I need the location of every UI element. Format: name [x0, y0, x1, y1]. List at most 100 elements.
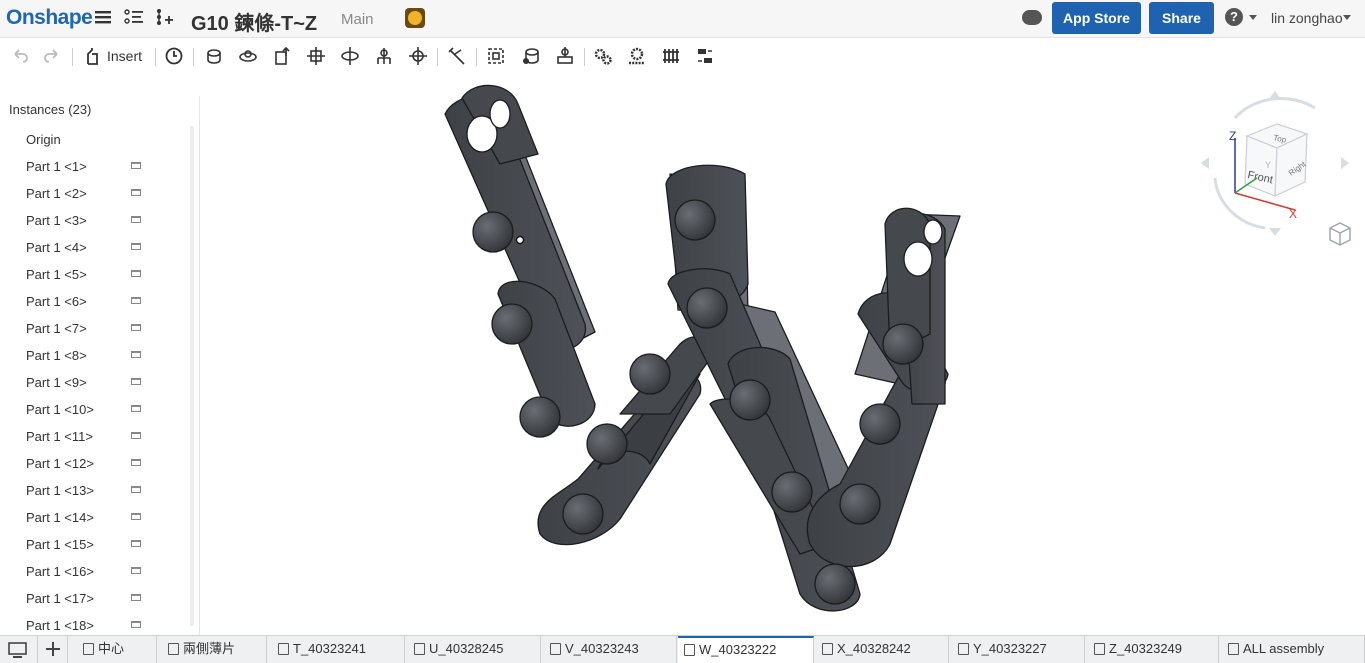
instance-item[interactable]: Part 1 <12> [26, 456, 94, 471]
help-caret-icon[interactable] [1249, 15, 1257, 20]
view-cube[interactable]: Top Front Right Z X Y [1195, 88, 1355, 238]
help-icon[interactable]: ? [1225, 8, 1243, 26]
tab-document-icon [1228, 643, 1239, 655]
menu-icon[interactable] [94, 8, 112, 31]
tab-6[interactable]: W_40323222 [678, 636, 814, 663]
mate-indicator-icon[interactable] [131, 459, 141, 466]
instance-item[interactable]: Part 1 <3> [26, 213, 87, 228]
mate-indicator-icon[interactable] [131, 324, 141, 331]
screw-relation-icon[interactable] [660, 45, 682, 67]
instance-item[interactable]: Part 1 <14> [26, 510, 94, 525]
instance-item[interactable]: Part 1 <11> [26, 429, 93, 444]
app-store-button[interactable]: App Store [1052, 2, 1141, 34]
instance-item[interactable]: Part 1 <5> [26, 267, 87, 282]
instance-item[interactable]: Part 1 <4> [26, 240, 87, 255]
redo-icon[interactable] [41, 45, 63, 67]
mate-indicator-icon[interactable] [131, 540, 141, 547]
panel-scrollbar[interactable] [190, 126, 194, 626]
instance-item[interactable]: Part 1 <9> [26, 375, 87, 390]
linear-relation-icon[interactable] [694, 45, 716, 67]
slider-mate-icon[interactable] [271, 45, 293, 67]
tab-label: Z_40323249 [1109, 641, 1183, 656]
tab-3[interactable]: T_40323241 [272, 636, 405, 663]
mate-indicator-icon[interactable] [131, 351, 141, 358]
public-globe-icon[interactable] [405, 8, 425, 28]
insert-icon[interactable] [81, 45, 103, 67]
instances-heading: Instances (23) [9, 102, 92, 117]
tab-4[interactable]: U_40328245 [408, 636, 541, 663]
versions-icon[interactable] [155, 8, 175, 31]
mate-indicator-icon[interactable] [131, 243, 141, 250]
instance-item[interactable]: Part 1 <16> [26, 564, 94, 579]
user-menu[interactable]: lin zonghao [1271, 10, 1343, 26]
mate-indicator-icon[interactable] [131, 621, 141, 628]
mate-connector-icon[interactable] [554, 45, 576, 67]
tab-bar: 中心 兩側薄片 T_40323241 U_40328245 V_40323243 W_40… [0, 635, 1365, 663]
add-tab-icon[interactable] [38, 636, 68, 663]
tab-document-icon [1094, 643, 1105, 655]
fastened-mate-icon[interactable] [203, 45, 225, 67]
graphics-area[interactable] [200, 74, 1365, 636]
gear-relation-icon[interactable] [592, 45, 614, 67]
group-icon[interactable] [485, 45, 507, 67]
onshape-logo[interactable]: Onshape [6, 6, 93, 30]
rack-pinion-icon[interactable] [626, 45, 648, 67]
instance-item[interactable]: Part 1 <18> [26, 618, 94, 633]
history-icon[interactable] [163, 45, 185, 67]
mate-indicator-icon[interactable] [131, 216, 141, 223]
mate-indicator-icon[interactable] [131, 567, 141, 574]
document-title[interactable]: G10 鍊條-T~Z [191, 7, 317, 36]
mate-indicator-icon[interactable] [131, 378, 141, 385]
mate-indicator-icon[interactable] [131, 594, 141, 601]
instance-item[interactable]: Part 1 <15> [26, 537, 94, 552]
cylindrical-mate-icon[interactable] [339, 45, 361, 67]
tab-label: 兩側薄片 [183, 641, 236, 656]
tab-10[interactable]: ALL assembly [1222, 636, 1365, 663]
pin-slot-mate-icon[interactable] [373, 45, 395, 67]
branch-label[interactable]: Main [341, 11, 374, 28]
mate-indicator-icon[interactable] [131, 162, 141, 169]
view-options-cube-icon[interactable] [1327, 220, 1353, 248]
mate-indicator-icon[interactable] [131, 513, 141, 520]
tab-9[interactable]: Z_40323249 [1088, 636, 1219, 663]
mate-indicator-icon[interactable] [131, 432, 141, 439]
tab-document-icon [414, 643, 425, 655]
tab-5[interactable]: V_40323243 [544, 636, 677, 663]
instance-item[interactable]: Part 1 <17> [26, 591, 94, 606]
top-bar: Onshape G10 鍊條-T~Z Main App Store Share … [0, 0, 1365, 38]
mate-indicator-icon[interactable] [131, 405, 141, 412]
instance-item[interactable]: Part 1 <13> [26, 483, 94, 498]
tab-8[interactable]: Y_40323227 [952, 636, 1085, 663]
tab-2[interactable]: 兩側薄片 [162, 636, 267, 663]
instance-item[interactable]: Part 1 <2> [26, 186, 87, 201]
tab-label: X_40328242 [837, 641, 911, 656]
insert-button[interactable]: Insert [107, 48, 142, 64]
z-axis-label: Z [1229, 129, 1236, 143]
instance-item[interactable]: Part 1 <10> [26, 402, 94, 417]
mate-indicator-icon[interactable] [131, 486, 141, 493]
tab-manager-icon[interactable] [0, 636, 38, 663]
instance-item[interactable]: Part 1 <6> [26, 294, 87, 309]
share-button[interactable]: Share [1149, 2, 1214, 34]
mate-indicator-icon[interactable] [131, 270, 141, 277]
tab-7[interactable]: X_40328242 [816, 636, 949, 663]
mate-indicator-icon[interactable] [131, 189, 141, 196]
undo-icon[interactable] [9, 45, 31, 67]
planar-mate-icon[interactable] [305, 45, 327, 67]
comments-icon[interactable] [1022, 10, 1042, 25]
tab-1[interactable]: 中心 [77, 636, 157, 663]
instance-item[interactable]: Origin [26, 132, 61, 147]
chain-w-model[interactable] [200, 74, 1365, 636]
replicate-icon[interactable] [520, 45, 542, 67]
ball-mate-icon[interactable] [407, 45, 429, 67]
user-caret-icon[interactable] [1343, 15, 1351, 20]
mate-indicator-icon[interactable] [131, 297, 141, 304]
tangent-mate-icon[interactable] [446, 45, 468, 67]
revolute-mate-icon[interactable] [237, 45, 259, 67]
feature-list-icon[interactable] [124, 8, 144, 31]
instance-item[interactable]: Part 1 <8> [26, 348, 87, 363]
instances-panel: Instances (23) Origin Part 1 <1> Part 1 <2… [0, 96, 200, 636]
instance-item[interactable]: Part 1 <7> [26, 321, 87, 336]
tab-label: 中心 [98, 641, 125, 656]
instance-item[interactable]: Part 1 <1> [26, 159, 87, 174]
